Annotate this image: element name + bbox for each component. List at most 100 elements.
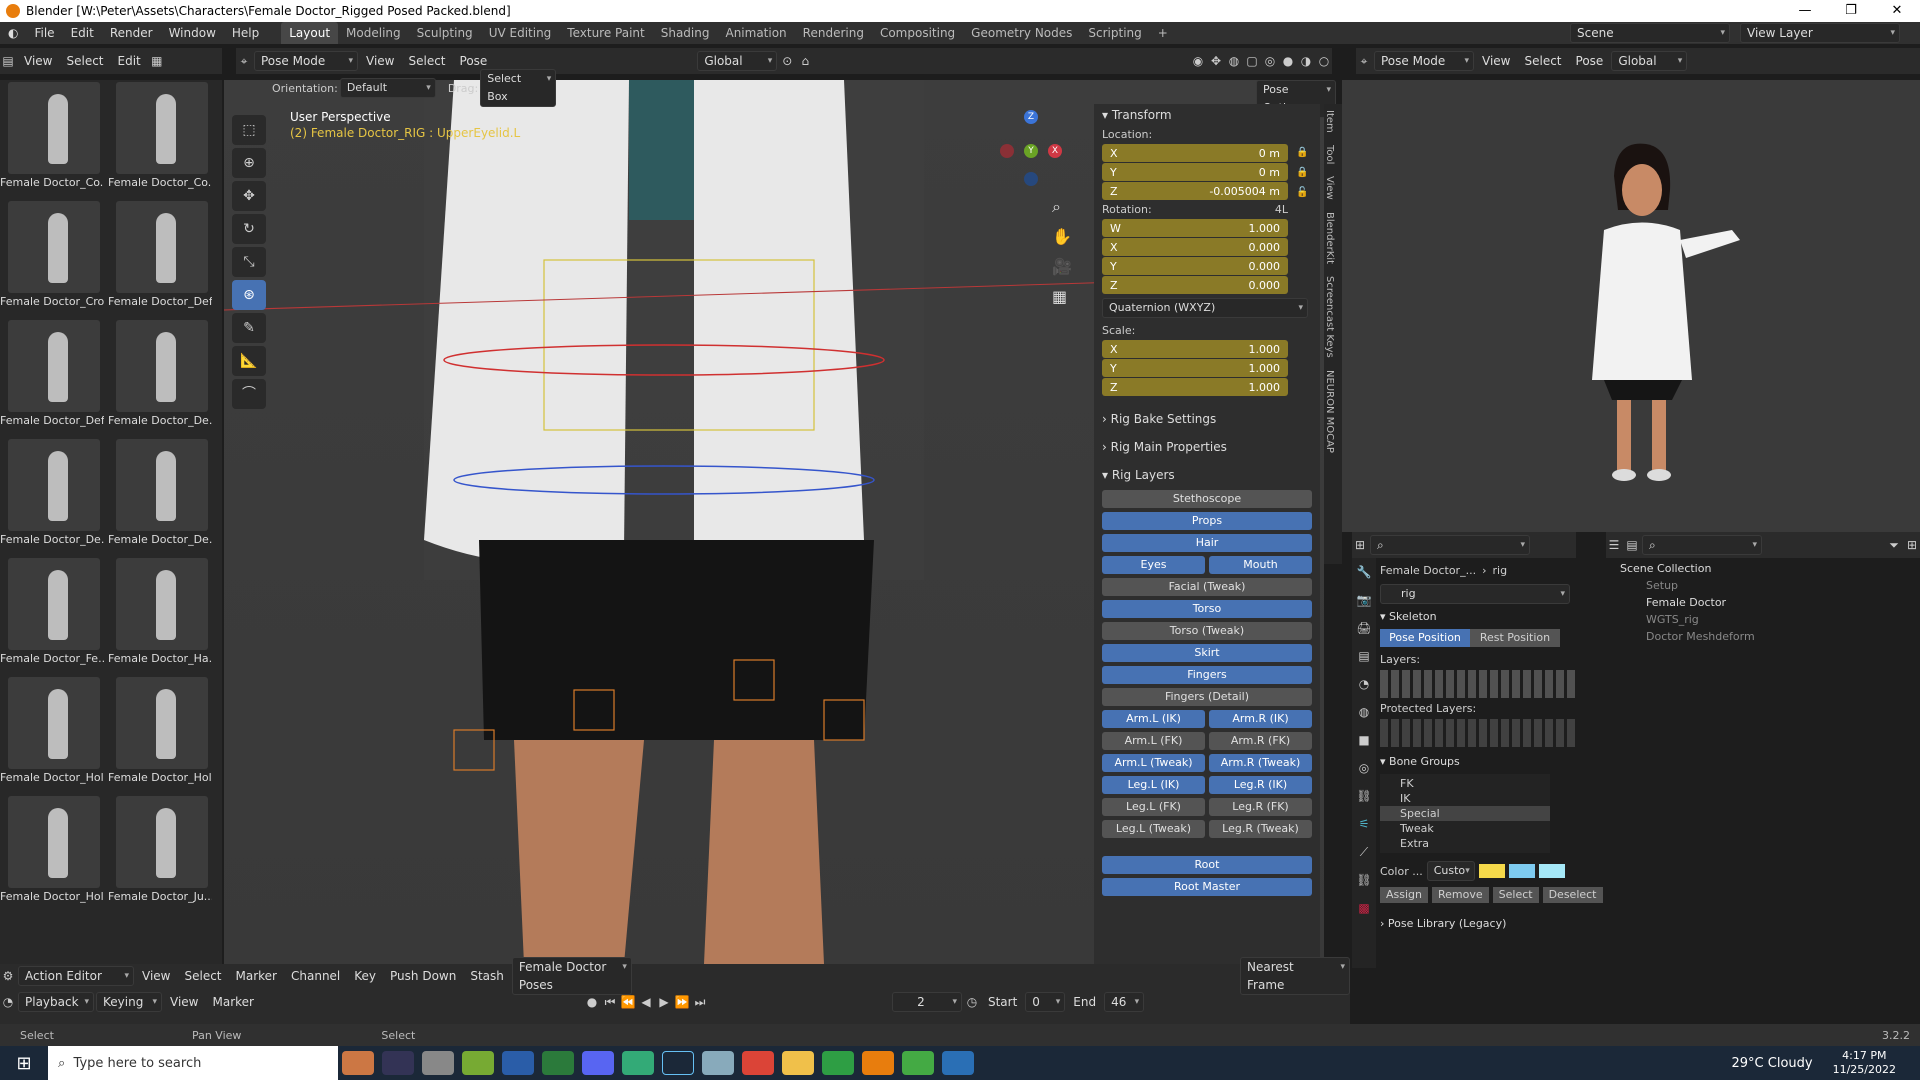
pose-library-header[interactable]: › Pose Library (Legacy) [1380, 917, 1576, 930]
navigation-gizmo[interactable]: Z X Y [1000, 110, 1062, 190]
timeline-editor-icon[interactable]: ◔ [0, 994, 16, 1010]
visibility-icon[interactable]: ◉ [1190, 53, 1206, 69]
transform-tool-icon[interactable]: ⊛ [232, 280, 266, 310]
editor-type-icon[interactable]: ⚙ [0, 968, 16, 984]
list-item[interactable]: FK [1380, 776, 1550, 791]
rig-layer-toggle-leg-l-ik[interactable]: Leg.L (IK) [1102, 776, 1205, 794]
physics-tab-icon[interactable]: ◎ [1356, 760, 1372, 776]
overlay-icon[interactable]: ◍ [1226, 53, 1242, 69]
color-set-dropdown[interactable]: Custo [1426, 861, 1475, 881]
menu-window[interactable]: Window [161, 22, 224, 44]
xray-icon[interactable]: ▢ [1244, 53, 1260, 69]
select-button[interactable]: Select [1492, 887, 1539, 903]
tab-blenderkit[interactable]: BlenderKit [1324, 206, 1335, 270]
stash-button[interactable]: Stash [464, 965, 510, 987]
tab-sculpting[interactable]: Sculpting [409, 22, 481, 44]
asset-thumb[interactable]: Female Doctor_Cro [0, 199, 104, 315]
filter-icon[interactable]: ⏷ [1886, 537, 1902, 553]
rig-layer-toggle-arm-l-ik[interactable]: Arm.L (IK) [1102, 710, 1205, 728]
record-icon[interactable]: ● [584, 994, 600, 1010]
rig-layer-toggle-stethoscope[interactable]: Stethoscope [1102, 490, 1312, 508]
scale-x-field[interactable]: X 1.000 [1102, 340, 1288, 358]
snap-dropdown[interactable]: Nearest Frame [1240, 957, 1350, 995]
pose-position-button[interactable]: Pose Position [1380, 629, 1470, 647]
play-reverse-icon[interactable]: ◀ [638, 994, 654, 1010]
rest-position-button[interactable]: Rest Position [1470, 629, 1560, 647]
vegas-app-icon[interactable] [502, 1051, 534, 1075]
outliner-row[interactable]: Doctor Meshdeform [1606, 628, 1920, 645]
render-tab-icon[interactable]: 📷 [1356, 592, 1372, 608]
rig-layer-toggle-root[interactable]: Root [1102, 856, 1312, 874]
xbox-app-icon[interactable] [542, 1051, 574, 1075]
annotate-tool-icon[interactable]: ✎ [232, 313, 266, 343]
asset-thumb[interactable]: Female Doctor_Co... [108, 80, 212, 196]
end-frame-field[interactable]: 46 [1104, 992, 1145, 1012]
file-explorer-icon[interactable] [782, 1051, 814, 1075]
armature-name-field[interactable]: rig [1380, 584, 1570, 604]
color-swatch[interactable] [1538, 864, 1565, 878]
outliner-search[interactable]: ⌕ [1642, 535, 1762, 555]
rig-layer-toggle-leg-r-fk[interactable]: Leg.R (FK) [1209, 798, 1312, 816]
action-selector[interactable]: Female Doctor Poses [511, 957, 632, 995]
obs-app-icon[interactable] [382, 1051, 414, 1075]
scale-y-field[interactable]: Y 1.000 [1102, 359, 1288, 377]
rig-main-properties-header[interactable]: › Rig Main Properties [1094, 436, 1320, 458]
tab-scripting[interactable]: Scripting [1080, 22, 1149, 44]
layer-buttons[interactable] [1380, 670, 1576, 698]
menu-render[interactable]: Render [102, 22, 161, 44]
outliner-row[interactable]: Setup [1606, 577, 1920, 594]
menu-help[interactable]: Help [224, 22, 267, 44]
scale-tool-icon[interactable]: ⤡ [232, 247, 266, 277]
add-workspace-icon[interactable]: + [1150, 22, 1176, 44]
tab-uv-editing[interactable]: UV Editing [481, 22, 560, 44]
rig-layer-toggle-torso[interactable]: Torso [1102, 600, 1312, 618]
mode-selector[interactable]: Pose Mode [254, 51, 358, 71]
upwork-app-icon[interactable] [822, 1051, 854, 1075]
ae-marker-menu[interactable]: Marker [230, 965, 283, 987]
constraints-tab-icon[interactable]: ⛓ [1356, 788, 1372, 804]
location-y-field[interactable]: Y0 m [1102, 163, 1288, 181]
chrome-app-icon[interactable] [742, 1051, 774, 1075]
scene-collection-row[interactable]: Scene Collection [1606, 560, 1920, 577]
bone-constraints-tab-icon[interactable]: ⛓ [1356, 872, 1372, 888]
rig-layer-toggle-root-master[interactable]: Root Master [1102, 878, 1312, 896]
camera-viewport[interactable] [1342, 80, 1920, 532]
unlock-icon[interactable]: 🔓 [1296, 187, 1308, 198]
world-tab-icon[interactable]: ◍ [1356, 704, 1372, 720]
tool-tab-icon[interactable]: 🔧 [1356, 564, 1372, 580]
move-tool-icon[interactable]: ✥ [232, 181, 266, 211]
blender-taskbar-icon[interactable] [862, 1051, 894, 1075]
rig-layer-toggle-fingers[interactable]: Fingers [1102, 666, 1312, 684]
editor-type-icon[interactable]: ⌖ [236, 53, 252, 69]
ae-channel-menu[interactable]: Channel [285, 965, 346, 987]
windows-start-icon[interactable]: ⊞ [0, 1053, 48, 1074]
view-layer-tab-icon[interactable]: ▤ [1356, 648, 1372, 664]
asset-thumb[interactable]: Female Doctor_Fe... [0, 556, 104, 672]
color-swatch[interactable] [1508, 864, 1535, 878]
asset-thumb[interactable]: Female Doctor_Hol [108, 675, 212, 791]
taskbar-search-box[interactable]: ⌕ Type here to search [48, 1046, 338, 1080]
right-transform-orientation[interactable]: Global [1611, 51, 1688, 71]
lock-icon[interactable]: 🔒 [1296, 147, 1308, 158]
discord-app-icon[interactable] [582, 1051, 614, 1075]
rig-layer-toggle-eyes[interactable]: Eyes [1102, 556, 1205, 574]
orientation-dropdown[interactable]: Default [339, 78, 436, 98]
asset-thumb[interactable]: Female Doctor_Ha... [108, 556, 212, 672]
alarm-app-icon[interactable] [342, 1051, 374, 1075]
menu-edit[interactable]: Edit [63, 22, 102, 44]
push-down-button[interactable]: Push Down [384, 965, 462, 987]
select-box-tool-icon[interactable]: ⬚ [232, 115, 266, 145]
scene-selector[interactable]: Scene [1570, 23, 1730, 43]
transform-panel-header[interactable]: ▾ Transform [1094, 104, 1320, 126]
rotation-w-field[interactable]: W 1.000 [1102, 219, 1288, 237]
list-item-selected[interactable]: Special [1380, 806, 1550, 821]
rig-layer-toggle-props[interactable]: Props [1102, 512, 1312, 530]
cursor-tool-icon[interactable]: ⊕ [232, 148, 266, 178]
ae-key-menu[interactable]: Key [348, 965, 382, 987]
rig-layer-toggle-arm-r-fk[interactable]: Arm.R (FK) [1209, 732, 1312, 750]
transform-orientation[interactable]: Global [697, 51, 778, 71]
location-z-field[interactable]: Z -0.005004 m [1102, 182, 1288, 200]
playback-menu[interactable]: Playback [18, 992, 94, 1012]
tab-tool[interactable]: Tool [1324, 139, 1335, 170]
editor-type-icon[interactable]: ⌖ [1356, 53, 1372, 69]
